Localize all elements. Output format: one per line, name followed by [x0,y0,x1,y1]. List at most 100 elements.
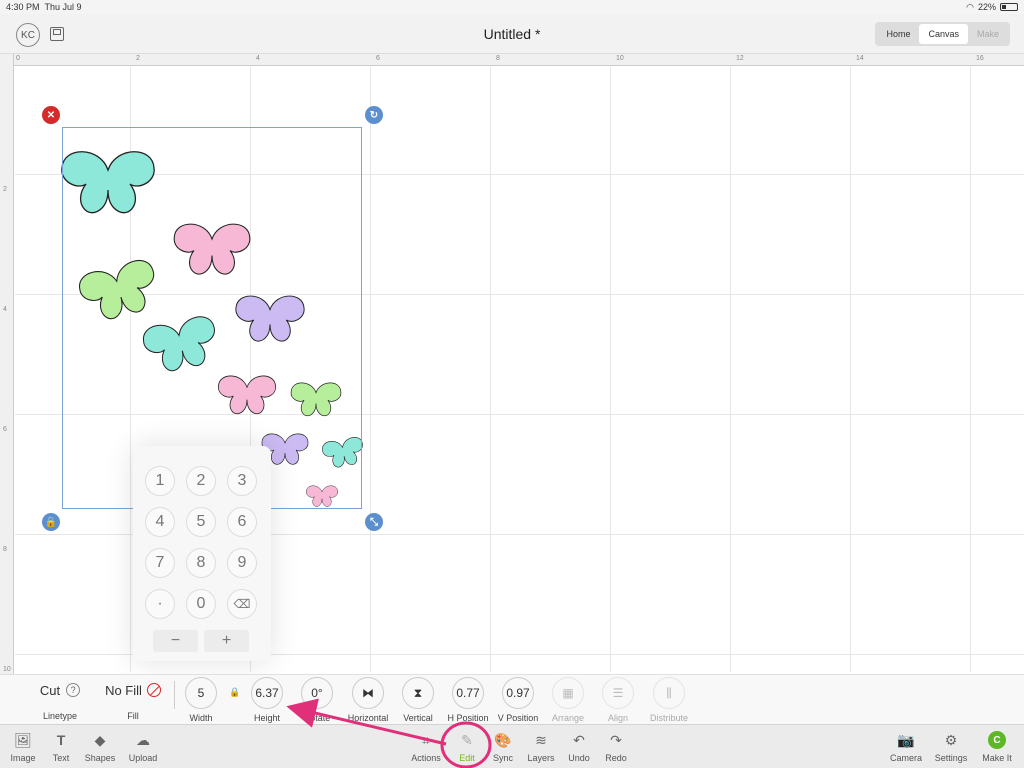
vertical-label: Vertical [403,713,433,723]
layers-button[interactable]: ≋ Layers [521,729,561,764]
ruler-number: 2 [136,55,140,62]
ruler-number: 0 [16,55,20,62]
rotate-handle-icon[interactable]: ↻ [365,106,383,124]
h-position-field[interactable]: 0.77 H Position [444,675,492,725]
rotate-input[interactable]: 0° [301,677,333,709]
key-6[interactable]: 6 [227,507,257,537]
key-5[interactable]: 5 [186,507,216,537]
actions-icon: ⌗ [422,731,430,748]
key-decimal[interactable]: · [145,589,175,619]
top-bar: KC Untitled * Home Canvas Make [0,14,1024,54]
distribute-label: Distribute [649,713,688,723]
rotate-field[interactable]: 0° Rotate [296,675,338,725]
ruler-number: 10 [3,666,11,673]
ruler-number: 16 [976,55,984,62]
settings-button[interactable]: ⚙ Settings [931,729,971,764]
edit-label: Edit [459,753,475,763]
actions-button[interactable]: ⌗ Actions [406,729,446,764]
upload-button[interactable]: ☁ Upload [123,729,163,764]
camera-icon: 📷 [897,731,915,748]
delete-handle-icon[interactable]: ✕ [42,106,60,124]
h-position-label: H Position [447,713,489,723]
key-1[interactable]: 1 [145,466,175,496]
tab-canvas[interactable]: Canvas [919,24,968,44]
help-icon[interactable]: ? [66,683,81,697]
tab-home[interactable]: Home [877,24,919,44]
arrange-button: ▦ Arrange [546,675,590,725]
bottom-toolbar: 🖼 Image T Text ◆ Shapes ☁ Upload ⌗ Actio… [0,724,1024,768]
ruler-number: 6 [3,426,7,433]
distribute-button: ⫼ Distribute [644,675,694,725]
rotate-label: Rotate [303,713,331,723]
flip-vertical-icon: ⧗ [402,677,434,709]
ruler-number: 12 [736,55,744,62]
width-field[interactable]: 5 Width [180,675,222,725]
key-7[interactable]: 7 [145,548,175,578]
fill-value: No Fill [105,682,142,698]
camera-button[interactable]: 📷 Camera [886,729,926,764]
lock-handle-icon[interactable]: 🔒 [42,513,60,531]
make-it-button[interactable]: C Make It [977,729,1017,763]
v-position-label: V Position [497,713,539,723]
linetype-control[interactable]: Cut ? Linetype [30,675,90,725]
redo-label: Redo [605,753,627,763]
actions-label: Actions [411,753,441,763]
battery-icon [1000,3,1018,11]
height-label: Height [253,713,280,723]
edit-icon: ✎ [461,731,473,748]
resize-handle-icon[interactable]: ⤡ [365,513,383,531]
make-it-label: Make It [982,753,1012,763]
undo-button[interactable]: ↶ Undo [559,729,599,764]
align-icon: ☰ [602,677,634,709]
key-9[interactable]: 9 [227,548,257,578]
linetype-label: Linetype [42,711,78,721]
key-0[interactable]: 0 [186,589,216,619]
shapes-button[interactable]: ◆ Shapes [80,729,120,764]
minus-button[interactable]: − [153,630,198,652]
sync-label: Sync [492,753,513,763]
backspace-icon[interactable]: ⌫ [227,589,257,619]
height-input[interactable]: 6.37 [251,677,283,709]
mode-tabs: Home Canvas Make [875,22,1010,46]
shapes-icon: ◆ [94,731,106,748]
key-8[interactable]: 8 [186,548,216,578]
text-button[interactable]: T Text [41,729,81,763]
plus-button[interactable]: + [204,630,249,652]
flip-vertical-button[interactable]: ⧗ Vertical [396,675,440,725]
edit-button[interactable]: ✎ Edit [447,729,487,764]
linetype-value: Cut [39,682,61,698]
layers-label: Layers [527,753,555,763]
redo-button[interactable]: ↷ Redo [596,729,636,764]
key-4[interactable]: 4 [145,507,175,537]
key-3[interactable]: 3 [227,466,257,496]
status-bar: 4:30 PM Thu Jul 9 ◠ 22% [0,0,1024,14]
shapes-label: Shapes [84,753,116,763]
height-field[interactable]: 6.37 Height [246,675,288,725]
image-button[interactable]: 🖼 Image [3,729,43,764]
settings-label: Settings [934,753,968,763]
ruler-number: 4 [256,55,260,62]
arrange-label: Arrange [551,713,585,723]
divider [174,681,175,709]
key-2[interactable]: 2 [186,466,216,496]
text-label: Text [52,753,70,763]
redo-icon: ↷ [610,731,622,748]
image-label: Image [10,753,36,763]
ruler-number: 14 [856,55,864,62]
upload-label: Upload [128,753,158,763]
v-position-field[interactable]: 0.97 V Position [494,675,542,725]
horizontal-label: Horizontal [347,713,389,723]
lock-ratio-icon[interactable]: 🔒 [229,687,240,698]
document-title: Untitled * [483,26,541,42]
width-input[interactable]: 5 [185,677,217,709]
distribute-icon: ⫼ [653,677,685,709]
numeric-keypad: 1 2 3 4 5 6 7 8 9 · 0 ⌫ − + [133,446,271,661]
arrange-icon: ▦ [552,677,584,709]
h-position-input[interactable]: 0.77 [452,677,484,709]
fill-control[interactable]: No Fill Fill [100,675,166,725]
v-position-input[interactable]: 0.97 [502,677,534,709]
width-label: Width [189,713,213,723]
sync-button[interactable]: 🎨 Sync [483,729,523,764]
flip-horizontal-button[interactable]: ⧓ Horizontal [340,675,396,725]
flip-horizontal-icon: ⧓ [352,677,384,709]
